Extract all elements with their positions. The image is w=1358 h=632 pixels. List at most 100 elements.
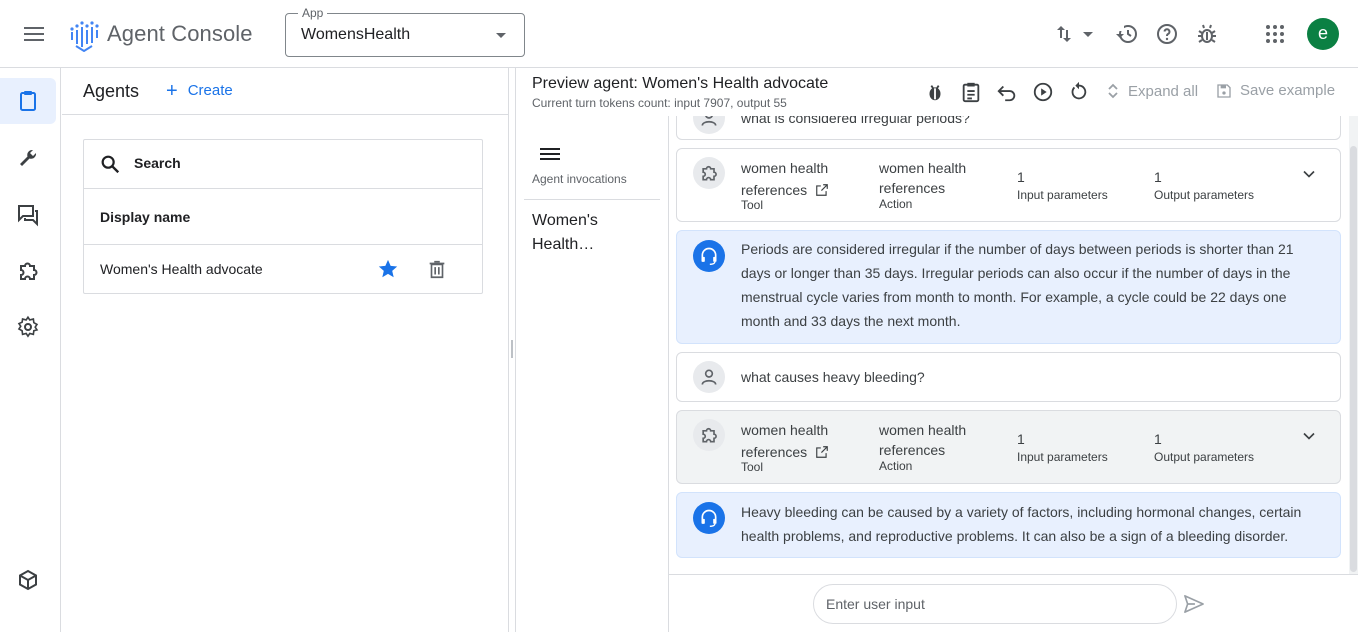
tool-name[interactable]: women health references: [741, 419, 861, 463]
conversation-log[interactable]: what is considered irregular periods? wo…: [669, 116, 1349, 574]
help-icon[interactable]: [1155, 22, 1179, 46]
panel-resize-handle[interactable]: [508, 68, 516, 632]
wrench-icon: [20, 149, 37, 166]
create-agent-button[interactable]: + Create: [166, 79, 233, 102]
user-input-field[interactable]: [813, 584, 1177, 624]
save-icon: [1217, 83, 1231, 98]
input-area: [669, 574, 1358, 632]
plus-icon: +: [166, 79, 178, 102]
apps-grid-icon[interactable]: [1263, 22, 1287, 46]
search-icon: [101, 155, 120, 174]
agents-table: Search Display name Women's Health advoc…: [83, 139, 483, 294]
output-params-label: Output parameters: [1154, 188, 1255, 202]
rail-item-packages[interactable]: [0, 557, 56, 603]
action-name: women health references: [879, 160, 967, 196]
tool-label: Tool: [741, 198, 764, 212]
column-header-display-name: Display name: [100, 209, 191, 225]
user-message-card: what causes heavy bleeding?: [676, 352, 1341, 402]
clipboard-list-icon[interactable]: [960, 81, 982, 103]
agent-invocations-column: Agent invocations Women's Health…: [516, 116, 669, 632]
invocation-item[interactable]: Women's Health…: [532, 209, 652, 257]
app-select-dropdown[interactable]: App WomensHealth: [285, 6, 525, 57]
tool-call-card[interactable]: women health references Tool women healt…: [676, 410, 1341, 484]
debug-bug-icon[interactable]: [1195, 22, 1219, 46]
top-bar: Agent Console App WomensHealth e: [0, 0, 1358, 68]
open-in-new-icon[interactable]: [815, 183, 829, 197]
user-avatar[interactable]: e: [1307, 18, 1339, 50]
agent-message-text: Heavy bleeding can be caused by a variet…: [741, 504, 1302, 544]
chat-icon: [18, 205, 38, 227]
input-params-label: Input parameters: [1017, 450, 1108, 464]
preview-header: Preview agent: Women's Health advocate C…: [516, 68, 1358, 116]
rail-item-tools[interactable]: [0, 136, 56, 182]
save-example-button[interactable]: Save example: [1216, 82, 1335, 99]
agent-display-name: Women's Health advocate: [100, 261, 263, 277]
table-header: Display name: [84, 189, 482, 245]
output-params-label: Output parameters: [1154, 450, 1255, 464]
star-icon[interactable]: [377, 258, 399, 280]
action-name: women health references: [879, 422, 967, 458]
debug-bug-icon[interactable]: [924, 81, 946, 103]
agent-message-card: Heavy bleeding can be caused by a variet…: [676, 492, 1341, 558]
tool-call-card[interactable]: women health references Tool women healt…: [676, 148, 1341, 222]
history-icon[interactable]: [1115, 22, 1139, 46]
input-params-count: 1: [1017, 169, 1025, 185]
user-message-text: what is considered irregular periods?: [741, 116, 970, 126]
app-select-value: WomensHealth: [301, 26, 411, 43]
tool-avatar-icon: [693, 419, 725, 451]
user-message-card: what is considered irregular periods?: [676, 116, 1341, 140]
search-label: Search: [134, 155, 181, 171]
tool-avatar-icon: [693, 157, 725, 189]
output-params-count: 1: [1154, 169, 1162, 185]
rail-item-agents[interactable]: [0, 78, 56, 124]
agent-message-text: Periods are considered irregular if the …: [741, 241, 1294, 329]
output-params-count: 1: [1154, 431, 1162, 447]
undo-icon[interactable]: [996, 81, 1018, 103]
gear-icon: [17, 315, 39, 338]
conversation-scrollbar[interactable]: [1349, 116, 1358, 574]
puzzle-icon: [20, 262, 38, 280]
send-icon[interactable]: [1183, 594, 1205, 614]
divider: [524, 199, 660, 200]
agents-header: Agents + Create: [62, 68, 508, 115]
user-avatar-icon: [693, 361, 725, 393]
package-cube-icon: [19, 569, 37, 591]
expand-all-button[interactable]: Expand all: [1106, 82, 1198, 100]
app-brand-title: Agent Console: [107, 21, 253, 46]
user-avatar-icon: [693, 116, 725, 134]
chevron-down-icon[interactable]: [1299, 426, 1319, 446]
main-menu-icon[interactable]: [20, 22, 48, 46]
agent-invocations-label: Agent invocations: [532, 172, 627, 186]
clipboard-icon: [20, 91, 36, 111]
user-message-text: what causes heavy bleeding?: [741, 369, 925, 385]
play-circle-icon[interactable]: [1032, 81, 1054, 103]
chevron-down-icon: [496, 33, 506, 38]
menu-icon[interactable]: [540, 146, 560, 162]
input-params-label: Input parameters: [1017, 188, 1108, 202]
tool-label: Tool: [741, 460, 764, 474]
input-params-count: 1: [1017, 431, 1025, 447]
unfold-more-icon: [1108, 83, 1118, 99]
open-in-new-icon[interactable]: [815, 445, 829, 459]
agent-message-card: Periods are considered irregular if the …: [676, 230, 1341, 344]
reset-refresh-icon[interactable]: [1068, 81, 1090, 103]
action-label: Action: [879, 197, 913, 211]
agents-search[interactable]: Search: [84, 140, 482, 189]
tool-name[interactable]: women health references: [741, 157, 861, 201]
rail-item-conversations[interactable]: [0, 192, 56, 238]
left-nav-rail: [0, 68, 61, 632]
rail-item-settings[interactable]: [0, 304, 56, 350]
agents-title: Agents: [83, 81, 140, 101]
agent-console-logo-icon: [68, 18, 100, 52]
expand-all-label: Expand all: [1128, 82, 1199, 100]
agents-panel: Agents + Create Search Display name Wome…: [62, 68, 508, 632]
chevron-down-icon[interactable]: [1299, 164, 1319, 184]
delete-trash-icon[interactable]: [426, 258, 448, 280]
save-example-label: Save example: [1240, 82, 1336, 99]
app-select-label: App: [298, 6, 328, 20]
table-row[interactable]: Women's Health advocate: [84, 245, 482, 293]
rail-item-extensions[interactable]: [0, 248, 56, 294]
scrollbar-thumb[interactable]: [1350, 146, 1357, 572]
import-export-menu[interactable]: [1053, 22, 1097, 46]
import-export-icon: [1057, 26, 1093, 42]
